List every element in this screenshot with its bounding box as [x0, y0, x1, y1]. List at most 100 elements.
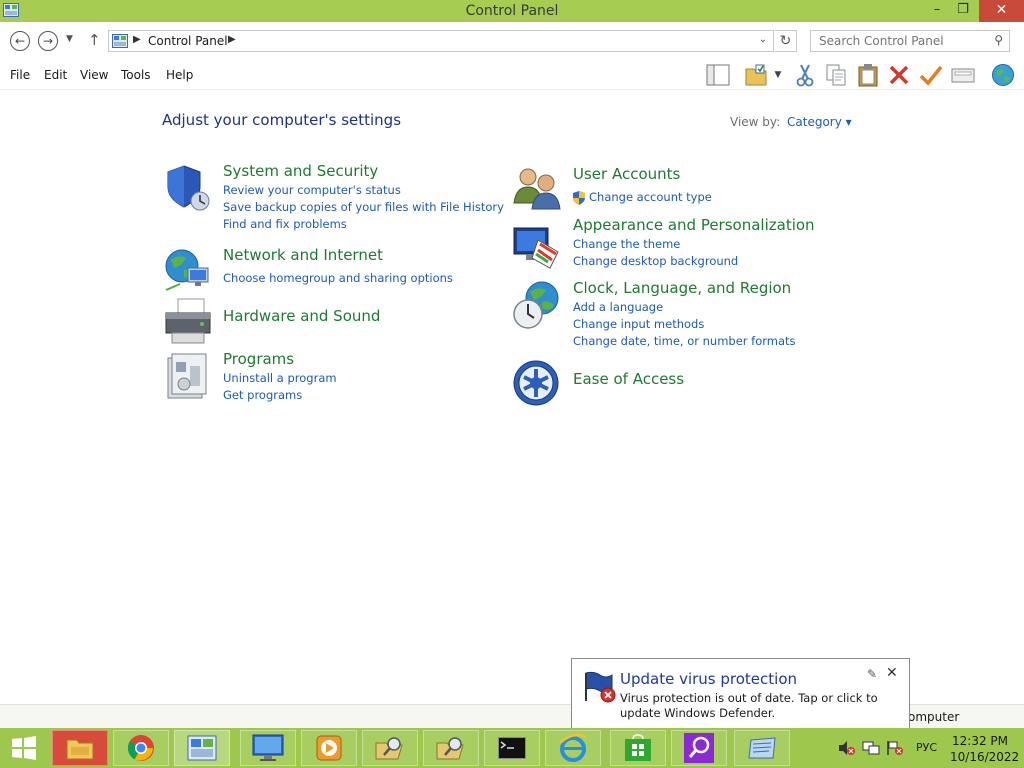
notification-toast[interactable]: Update virus protection Virus protection… — [571, 658, 910, 743]
taskbar-computer[interactable] — [240, 730, 296, 766]
chevron-down-icon[interactable]: ▼ — [770, 63, 786, 87]
link-change-theme[interactable]: Change the theme — [573, 237, 680, 251]
cut-icon[interactable] — [792, 63, 818, 87]
command-prompt-icon — [498, 737, 526, 759]
delete-icon[interactable] — [886, 63, 912, 87]
category-appearance-personalization[interactable]: Appearance and Personalization — [573, 216, 815, 234]
taskbar-media-player[interactable] — [301, 730, 357, 766]
layout-pane-icon[interactable] — [705, 63, 731, 87]
network-globe-icon[interactable] — [162, 246, 212, 296]
ease-of-access-icon[interactable] — [512, 359, 562, 409]
link-get-programs[interactable]: Get programs — [223, 388, 302, 402]
clock-time[interactable]: 12:32 PM — [950, 734, 1010, 748]
taskbar-file-explorer[interactable] — [52, 730, 108, 766]
close-button[interactable]: ✕ — [979, 0, 1024, 22]
link-change-input-methods[interactable]: Change input methods — [573, 317, 704, 331]
menu-view[interactable]: View — [80, 68, 108, 82]
menu-help[interactable]: Help — [166, 68, 193, 82]
taskbar-search[interactable] — [671, 730, 727, 766]
view-by-label: View by: — [730, 115, 781, 129]
taskbar-search-folder-2[interactable] — [423, 730, 479, 766]
hardware-printer-icon[interactable] — [162, 297, 212, 347]
file-manager-icon — [748, 737, 776, 759]
network-icon[interactable] — [862, 740, 880, 756]
notification-body[interactable]: Virus protection is out of date. Tap or … — [620, 691, 905, 721]
start-button[interactable] — [0, 728, 48, 768]
breadcrumb-control-panel[interactable]: Control Panel — [148, 34, 228, 48]
link-file-history[interactable]: Save backup copies of your files with Fi… — [223, 200, 504, 214]
search-icon[interactable]: ⚲ — [994, 33, 1003, 47]
volume-muted-icon[interactable] — [838, 740, 856, 756]
chevron-down-icon[interactable]: ⌄ — [759, 34, 767, 45]
programs-icon[interactable] — [162, 352, 212, 402]
globe-icon[interactable] — [990, 63, 1016, 87]
search-box[interactable]: ⚲ — [810, 30, 1010, 52]
maximize-button[interactable]: ❐ — [952, 0, 974, 22]
properties-icon[interactable] — [950, 63, 976, 87]
address-field[interactable]: ▶ Control Panel ▶ ⌄ — [108, 30, 774, 52]
recent-locations-dropdown[interactable]: ▼ — [66, 34, 73, 44]
menu-tools[interactable]: Tools — [121, 68, 151, 82]
link-homegroup-sharing[interactable]: Choose homegroup and sharing options — [223, 271, 453, 285]
category-ease-of-access[interactable]: Ease of Access — [573, 370, 684, 388]
refresh-button[interactable]: ↻ — [775, 30, 797, 52]
copy-icon[interactable] — [823, 63, 849, 87]
input-language-indicator[interactable]: РУС — [916, 741, 937, 754]
arrow-left-icon: ← — [14, 34, 26, 48]
taskbar-file-manager[interactable] — [734, 730, 790, 766]
taskbar-chrome[interactable] — [113, 730, 169, 766]
store-icon — [625, 734, 651, 761]
forward-button[interactable]: → — [38, 31, 58, 51]
clock-globe-icon[interactable] — [512, 280, 562, 330]
link-review-status[interactable]: Review your computer's status — [223, 183, 401, 197]
category-user-accounts[interactable]: User Accounts — [573, 165, 680, 183]
uac-shield-icon — [572, 190, 586, 205]
menu-edit[interactable]: Edit — [44, 68, 67, 82]
category-clock-language-region[interactable]: Clock, Language, and Region — [573, 279, 791, 297]
windows-logo-icon — [12, 736, 36, 760]
link-add-language[interactable]: Add a language — [573, 300, 663, 314]
taskbar-command-prompt[interactable] — [484, 730, 540, 766]
notification-settings-icon[interactable]: ✎ — [867, 667, 877, 681]
control-panel-icon — [112, 34, 128, 48]
minimize-button[interactable]: – — [926, 0, 948, 22]
search-folder-icon — [436, 737, 464, 760]
link-change-account-type[interactable]: Change account type — [589, 190, 712, 204]
notification-title[interactable]: Update virus protection — [620, 670, 797, 688]
page-heading: Adjust your computer's settings — [162, 111, 402, 129]
category-hardware-and-sound[interactable]: Hardware and Sound — [223, 307, 380, 325]
link-uninstall-program[interactable]: Uninstall a program — [223, 371, 337, 385]
monitor-icon — [252, 734, 284, 761]
search-icon — [684, 733, 714, 763]
checkmark-icon[interactable] — [918, 63, 944, 87]
taskbar-search-folder-1[interactable] — [362, 730, 418, 766]
clock-date[interactable]: 10/16/2022 — [950, 750, 1019, 764]
paste-icon[interactable] — [855, 63, 881, 87]
action-center-flag-icon[interactable] — [886, 740, 904, 756]
folder-options-icon[interactable] — [744, 63, 770, 87]
breadcrumb-separator[interactable]: ▶ — [228, 34, 236, 45]
link-change-desktop-background[interactable]: Change desktop background — [573, 254, 738, 268]
control-panel-icon — [187, 735, 217, 761]
view-by-dropdown[interactable]: Category ▾ — [787, 115, 852, 129]
user-accounts-icon[interactable] — [512, 163, 562, 213]
breadcrumb-separator[interactable]: ▶ — [133, 34, 141, 45]
search-input[interactable] — [811, 31, 986, 51]
taskbar-internet-explorer[interactable] — [545, 730, 601, 766]
taskbar-control-panel[interactable] — [174, 730, 230, 766]
up-button[interactable]: ↑ — [88, 31, 101, 49]
title-bar: Control Panel – ❐ ✕ — [0, 0, 1024, 22]
category-network-and-internet[interactable]: Network and Internet — [223, 246, 383, 264]
windows-defender-flag-icon — [582, 669, 616, 703]
category-programs[interactable]: Programs — [223, 350, 294, 368]
system-security-shield-icon[interactable] — [162, 163, 212, 213]
category-system-and-security[interactable]: System and Security — [223, 162, 378, 180]
link-find-fix-problems[interactable]: Find and fix problems — [223, 217, 347, 231]
notification-close-button[interactable]: ✕ — [886, 665, 898, 681]
appearance-monitor-icon[interactable] — [512, 222, 562, 272]
back-button[interactable]: ← — [10, 31, 30, 51]
menu-file[interactable]: File — [10, 68, 30, 82]
window-title: Control Panel — [465, 3, 559, 19]
taskbar-store[interactable] — [610, 730, 666, 766]
link-change-date-time-formats[interactable]: Change date, time, or number formats — [573, 334, 796, 348]
